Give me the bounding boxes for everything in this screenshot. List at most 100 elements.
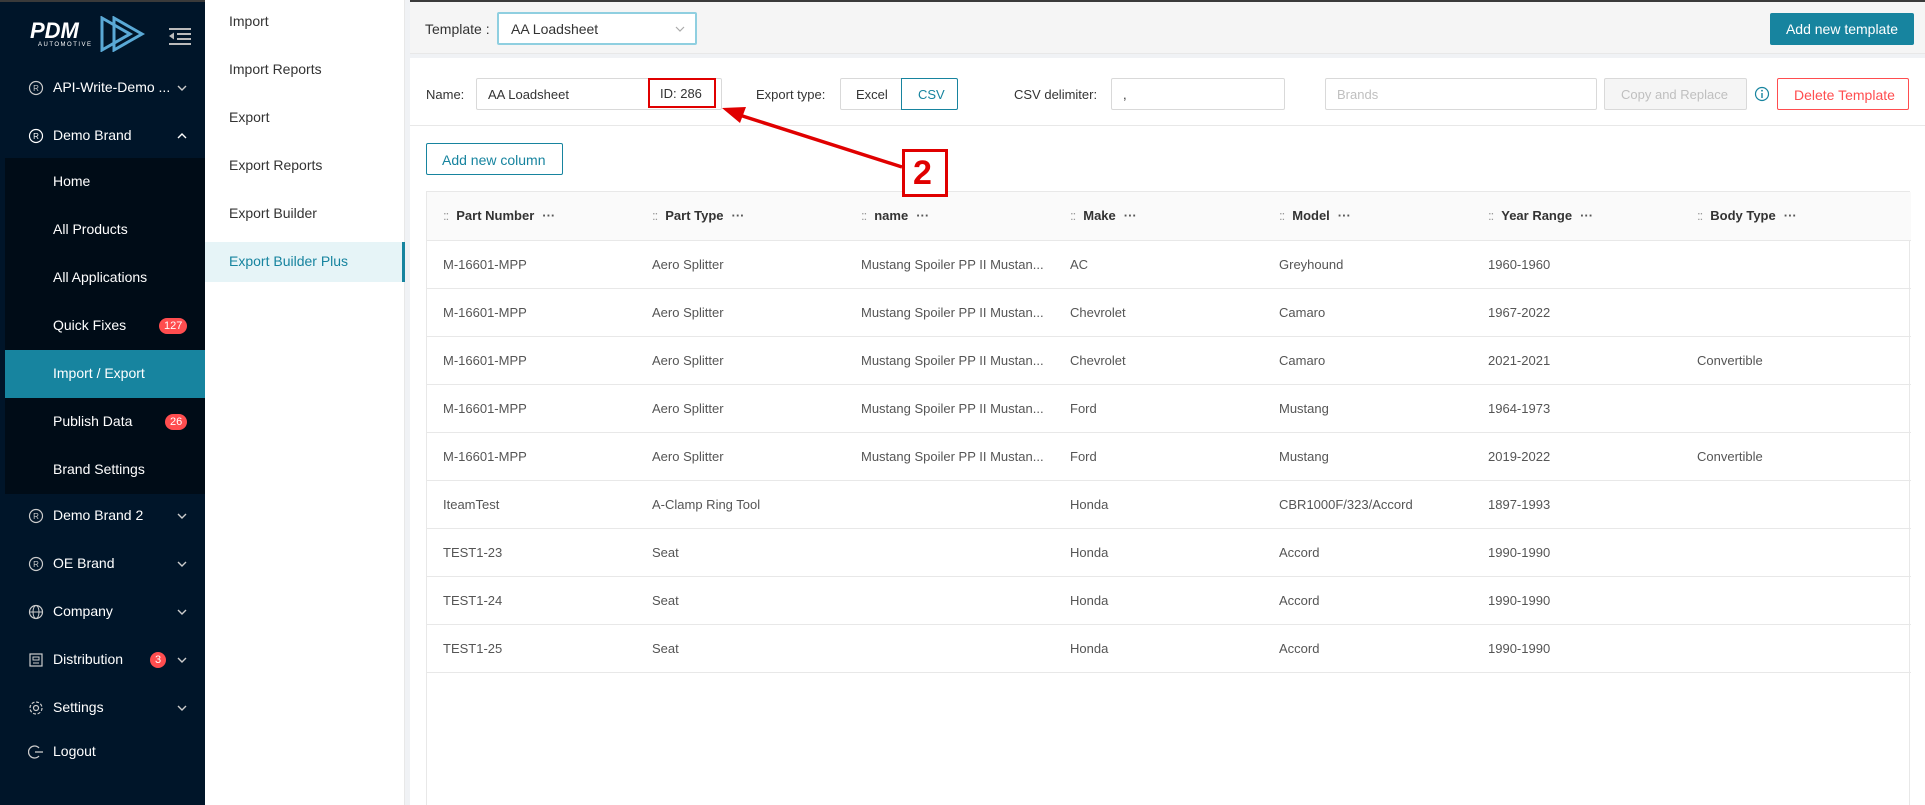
subnav-item-export[interactable]: Export [205, 98, 405, 138]
cell-model: Accord [1279, 545, 1320, 560]
column-header-label: Year Range [1501, 208, 1573, 223]
cell-part-type: Aero Splitter [652, 353, 724, 368]
sidebar-item-logout[interactable]: Logout [0, 728, 205, 776]
sidebar-item-api-write-demo[interactable]: R API-Write-Demo ... [0, 64, 205, 112]
cell-make: Chevrolet [1070, 305, 1126, 320]
submenu-item-brand-settings[interactable]: Brand Settings [5, 446, 205, 494]
subnav-item-export-reports[interactable]: Export Reports [205, 146, 405, 186]
submenu-item-home[interactable]: Home [5, 158, 205, 206]
brand-area: PDM AUTOMOTIVE [0, 2, 205, 68]
submenu-item-all-applications[interactable]: All Applications [5, 254, 205, 302]
svg-text:R: R [33, 512, 39, 521]
delete-template-button[interactable]: Delete Template [1777, 78, 1909, 110]
drag-handle-icon[interactable]: :: [861, 208, 867, 223]
column-menu-icon[interactable]: ··· [1784, 208, 1797, 223]
subnav-item-import[interactable]: Import [205, 2, 405, 42]
sidebar-item-label: Demo Brand [53, 127, 132, 143]
cell-make: Honda [1070, 593, 1109, 608]
drag-handle-icon[interactable]: :: [1279, 208, 1285, 223]
cell-make: Honda [1070, 545, 1109, 560]
sidebar-item-label: OE Brand [53, 555, 115, 571]
pdm-logo[interactable]: PDM AUTOMOTIVE [30, 16, 146, 54]
sidebar-item-demo-brand[interactable]: R Demo Brand [0, 112, 205, 160]
cell-model: CBR1000F/323/Accord [1279, 497, 1413, 512]
menu-collapse-icon[interactable] [169, 26, 191, 46]
subnav-item-label: Export [229, 109, 270, 125]
copy-and-replace-label: Copy and Replace [1621, 87, 1728, 102]
cell-make: Honda [1070, 641, 1109, 656]
column-header-part-type[interactable]: :: Part Type ··· [652, 208, 745, 223]
distribution-count-badge: 3 [150, 652, 167, 668]
cell-part-type: Seat [652, 545, 679, 560]
cell-part-number: M-16601-MPP [443, 401, 527, 416]
drag-handle-icon[interactable]: :: [1488, 208, 1494, 223]
sidebar-item-distribution[interactable]: Distribution 3 [0, 636, 205, 684]
csv-delimiter-value: , [1123, 87, 1127, 102]
cell-part-type: A-Clamp Ring Tool [652, 497, 761, 512]
drag-handle-icon[interactable]: :: [1070, 208, 1076, 223]
quick-fixes-count-badge: 127 [159, 318, 188, 334]
cell-year-range: 2019-2022 [1488, 449, 1551, 464]
submenu-item-import-export[interactable]: Import / Export [5, 350, 205, 398]
cell-make: Ford [1070, 401, 1097, 416]
subnav-item-export-builder[interactable]: Export Builder [205, 194, 405, 234]
sidebar-item-oe-brand[interactable]: R OE Brand [0, 540, 205, 588]
add-new-column-button[interactable]: Add new column [426, 143, 563, 175]
csv-delimiter-label: CSV delimiter: [1014, 87, 1098, 102]
column-header-year-range[interactable]: :: Year Range ··· [1488, 208, 1593, 223]
sidebar-item-demo-brand-2[interactable]: R Demo Brand 2 [0, 492, 205, 540]
column-header-name[interactable]: :: name ··· [861, 208, 929, 223]
import-export-subnav: Import Import Reports Export Export Repo… [205, 0, 405, 805]
info-icon[interactable] [1754, 86, 1770, 102]
table-row: M-16601-MPP Aero Splitter Mustang Spoile… [427, 385, 1911, 433]
table-row: M-16601-MPP Aero Splitter Mustang Spoile… [427, 337, 1911, 385]
logout-icon [28, 745, 43, 759]
cell-make: Honda [1070, 497, 1109, 512]
column-menu-icon[interactable]: ··· [1338, 208, 1351, 223]
subnav-item-label: Export Reports [229, 157, 323, 173]
column-menu-icon[interactable]: ··· [916, 208, 929, 223]
cell-year-range: 1897-1993 [1488, 497, 1551, 512]
submenu-item-quick-fixes[interactable]: Quick Fixes 127 [5, 302, 205, 350]
subnav-item-export-builder-plus[interactable]: Export Builder Plus [205, 242, 405, 282]
column-menu-icon[interactable]: ··· [732, 208, 745, 223]
sidebar-item-settings[interactable]: Settings [0, 684, 205, 732]
cell-model: Mustang [1279, 401, 1329, 416]
cell-year-range: 1990-1990 [1488, 593, 1551, 608]
sidebar-item-company[interactable]: Company [0, 588, 205, 636]
column-header-body-type[interactable]: :: Body Type ··· [1697, 208, 1797, 223]
column-header-label: Model [1292, 208, 1330, 223]
submenu-item-publish-data[interactable]: Publish Data 26 [5, 398, 205, 446]
drag-handle-icon[interactable]: :: [1697, 208, 1703, 223]
column-menu-icon[interactable]: ··· [1580, 208, 1593, 223]
drag-handle-icon[interactable]: :: [652, 208, 658, 223]
main-sidebar: PDM AUTOMOTIVE R API-Write-Demo ... R De… [0, 0, 205, 805]
annotation-step-number: 2 [913, 154, 932, 192]
add-new-template-button[interactable]: Add new template [1770, 13, 1914, 45]
submenu-item-all-products[interactable]: All Products [5, 206, 205, 254]
copy-and-replace-button[interactable]: Copy and Replace [1604, 78, 1747, 110]
csv-delimiter-input[interactable]: , [1111, 78, 1285, 110]
cell-year-range: 1964-1973 [1488, 401, 1551, 416]
table-row: M-16601-MPP Aero Splitter Mustang Spoile… [427, 241, 1911, 289]
column-header-make[interactable]: :: Make ··· [1070, 208, 1137, 223]
template-select-value: AA Loadsheet [511, 21, 599, 37]
brands-select[interactable]: Brands [1325, 78, 1597, 110]
subnav-item-import-reports[interactable]: Import Reports [205, 50, 405, 90]
cell-part-number: M-16601-MPP [443, 353, 527, 368]
table-row: TEST1-24 Seat Honda Accord 1990-1990 [427, 577, 1911, 625]
column-menu-icon[interactable]: ··· [1124, 208, 1137, 223]
column-header-part-number[interactable]: :: Part Number ··· [443, 208, 555, 223]
column-menu-icon[interactable]: ··· [542, 208, 555, 223]
add-new-column-label: Add new column [442, 152, 546, 168]
subnav-item-label: Export Builder Plus [229, 253, 349, 269]
drag-handle-icon[interactable]: :: [443, 208, 449, 223]
registered-icon: R [28, 556, 44, 572]
subnav-item-label: Export Builder [229, 205, 317, 221]
chevron-up-icon [177, 133, 187, 139]
app-root: PDM AUTOMOTIVE R API-Write-Demo ... R De… [0, 0, 1925, 805]
template-select[interactable]: AA Loadsheet [497, 12, 697, 45]
column-header-model[interactable]: :: Model ··· [1279, 208, 1351, 223]
cell-part-type: Aero Splitter [652, 449, 724, 464]
name-label: Name: [426, 87, 465, 102]
